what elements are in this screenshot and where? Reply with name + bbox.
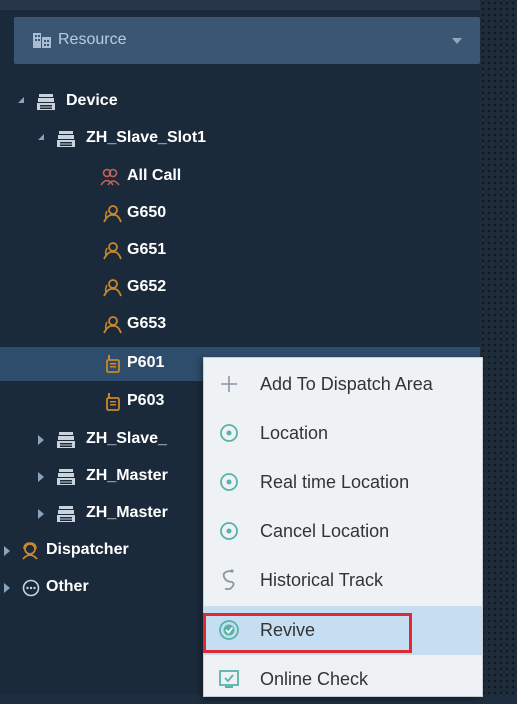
tree-label: Dispatcher (46, 541, 129, 558)
tree-node-device[interactable]: Device (0, 85, 480, 119)
menu-item-online-check[interactable]: Online Check (204, 655, 482, 704)
side-scroll-area (480, 0, 517, 695)
track-icon (222, 569, 235, 590)
radio-device-icon (106, 393, 120, 411)
expand-arrow-icon[interactable] (18, 97, 24, 103)
tree-label: G652 (127, 278, 167, 295)
location-icon (220, 424, 238, 442)
tree-node-zh-slave-slot1[interactable]: ZH_Slave_Slot1 (0, 122, 480, 156)
expand-arrow-icon[interactable] (4, 546, 10, 556)
expand-arrow-icon[interactable] (38, 134, 44, 140)
location-icon (220, 473, 238, 491)
tree-node-all-call[interactable]: All Call (0, 160, 480, 194)
expand-arrow-icon[interactable] (38, 509, 44, 519)
menu-item-historical-track[interactable]: Historical Track (204, 556, 482, 605)
plus-icon (221, 376, 237, 392)
menu-item-revive[interactable]: Revive (204, 606, 482, 655)
dispatcher-icon (22, 542, 38, 560)
expand-arrow-icon[interactable] (4, 583, 10, 593)
resource-dropdown[interactable]: Resource (14, 17, 480, 64)
tree-label: Other (46, 578, 89, 595)
chevron-down-icon[interactable] (452, 38, 462, 44)
server-icon (57, 432, 75, 448)
group-call-icon (100, 168, 120, 186)
group-icon (103, 316, 122, 334)
expand-arrow-icon[interactable] (38, 435, 44, 445)
expand-arrow-icon[interactable] (38, 472, 44, 482)
menu-item-label: Location (260, 423, 329, 443)
revive-icon (219, 620, 239, 640)
building-icon (33, 33, 51, 48)
menu-item-label: Real time Location (260, 472, 410, 492)
tree-label: ZH_Master (86, 467, 168, 484)
radio-device-icon (106, 355, 120, 373)
server-icon (57, 131, 75, 147)
menu-item-add-to-dispatch-area[interactable]: Add To Dispatch Area (204, 360, 482, 409)
server-icon (37, 94, 55, 110)
location-icon (220, 522, 238, 540)
menu-item-label: Online Check (260, 669, 369, 689)
tree-node-g650[interactable]: G650 (0, 197, 480, 231)
tree-label: G651 (127, 241, 167, 258)
tree-node-g651[interactable]: G651 (0, 234, 480, 268)
tree-label: ZH_Slave_Slot1 (86, 129, 207, 146)
menu-item-label: Revive (260, 620, 316, 640)
menu-item-real-time-location[interactable]: Real time Location (204, 458, 482, 507)
tree-label: P603 (127, 392, 165, 409)
group-icon (103, 279, 122, 297)
server-icon (57, 469, 75, 485)
tree-label: ZH_Master (86, 504, 168, 521)
tree-label: P601 (127, 354, 165, 371)
online-check-icon (219, 670, 239, 688)
more-icon (22, 579, 40, 597)
group-icon (103, 205, 122, 223)
top-strip (0, 0, 517, 10)
menu-item-cancel-location[interactable]: Cancel Location (204, 507, 482, 556)
context-menu: Add To Dispatch Area Location Real time … (203, 357, 483, 697)
group-icon (103, 242, 122, 260)
menu-item-location[interactable]: Location (204, 409, 482, 458)
tree-label: ZH_Slave_ (86, 430, 167, 447)
server-icon (57, 506, 75, 522)
tree-label: G650 (127, 204, 167, 221)
tree-label: G653 (127, 315, 167, 332)
menu-item-label: Add To Dispatch Area (260, 374, 433, 394)
menu-item-label: Cancel Location (260, 521, 390, 541)
tree-node-g652[interactable]: G652 (0, 271, 480, 305)
tree-label: All Call (127, 167, 182, 184)
tree-node-g653[interactable]: G653 (0, 308, 480, 342)
menu-item-label: Historical Track (260, 570, 384, 590)
resource-label: Resource (58, 31, 127, 48)
tree-label: Device (66, 92, 118, 109)
